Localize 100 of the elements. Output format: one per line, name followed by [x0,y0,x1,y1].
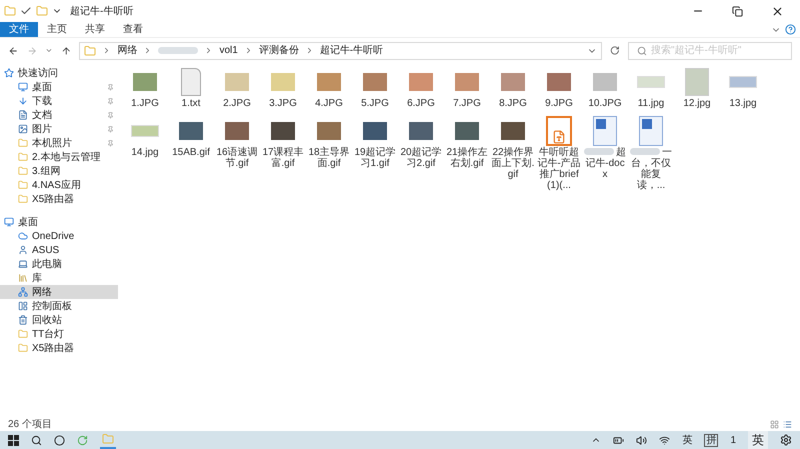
sidebar-item[interactable]: 文档 [0,108,118,122]
file-item[interactable]: 1.JPG [122,66,168,109]
file-item[interactable]: 牛听听超记牛-产品推广brief(1)(... [536,115,582,191]
tray-text[interactable]: 拼 [704,434,718,446]
file-item[interactable]: 21操作左右划.gif [444,115,490,191]
file-name: 17课程丰富.gif [261,147,305,169]
file-name: 19超记学习1.gif [353,147,397,169]
file-item[interactable]: 14.jpg [122,115,168,191]
file-item[interactable]: 17课程丰富.gif [260,115,306,191]
sidebar-item[interactable]: 桌面 [0,80,118,94]
sidebar-item[interactable]: 桌面 [0,215,118,229]
file-item[interactable]: 8.JPG [490,66,536,109]
breadcrumb[interactable]: 评测备份 [258,43,299,58]
sidebar-item[interactable]: X5路由器 [0,341,118,355]
sidebar-item[interactable]: 图片 [0,122,118,136]
ribbon-tab[interactable]: 文件 [0,22,38,37]
file-item[interactable]: 15AB.gif [168,115,214,191]
battery-icon[interactable] [613,434,624,446]
file-item[interactable]: 2.JPG [214,66,260,109]
file-item[interactable]: 7.JPG [444,66,490,109]
sidebar-label: 控制面板 [32,300,72,314]
sidebar-item[interactable]: 库 [0,271,118,285]
settings-icon[interactable] [780,434,792,446]
file-item[interactable]: 9.JPG [536,66,582,109]
window-title: 超记牛-牛听听 [70,4,134,18]
circle-icon[interactable] [54,434,65,446]
file-item[interactable]: 19超记学习1.gif [352,115,398,191]
file-item[interactable]: 16语速调节.gif [214,115,260,191]
file-item[interactable]: 超记牛-docx [582,115,628,191]
sidebar-label: OneDrive [32,230,74,244]
file-item[interactable]: 1.txt [168,66,214,109]
help-icon[interactable] [785,24,796,35]
file-item[interactable]: 5.JPG [352,66,398,109]
file-name: 3.JPG [268,98,298,109]
file-item[interactable]: 20超记学习2.gif [398,115,444,191]
file-item[interactable]: 4.JPG [306,66,352,109]
network-icon [18,287,28,297]
folder-icon [18,166,28,176]
sidebar-item[interactable]: 2.本地与云管理 [0,150,118,164]
close-icon[interactable] [771,4,784,18]
volume-icon[interactable] [636,434,648,446]
breadcrumb[interactable]: vol1 [219,43,238,58]
sidebar-label: 桌面 [18,216,38,230]
desktop-icon [18,82,28,92]
file-item[interactable]: 10.JPG [582,66,628,109]
search-field[interactable]: 搜索"超记牛-牛听听" [628,42,792,60]
sidebar-item[interactable]: 本机照片 [0,136,118,150]
file-name: 10.JPG [587,98,623,109]
sidebar-item[interactable]: 4.NAS应用 [0,178,118,192]
back-icon[interactable] [8,44,19,56]
file-name: 12.jpg [682,98,712,109]
picture-icon [18,124,28,134]
sidebar-item[interactable]: ASUS [0,243,118,257]
sidebar-item[interactable]: 网络 [0,285,118,299]
ribbon-tab[interactable]: 共享 [76,22,114,37]
file-item[interactable]: 一台，不仅能复读，... [628,115,674,191]
search-input[interactable]: 搜索"超记牛-牛听听" [650,43,783,58]
sidebar-item[interactable]: 控制面板 [0,299,118,313]
tray-text[interactable]: 1 [730,432,736,448]
sidebar-item[interactable]: OneDrive [0,229,118,243]
search-icon[interactable] [31,434,42,446]
tray-text[interactable]: 英 [748,431,768,449]
sidebar-item[interactable]: 回收站 [0,313,118,327]
sidebar-item[interactable]: 此电脑 [0,257,118,271]
breadcrumb[interactable]: 网络 [117,43,138,58]
sidebar-label: 快速访问 [18,66,58,80]
up-icon[interactable] [60,44,72,56]
file-item[interactable]: 12.jpg [674,66,720,109]
sidebar-item[interactable]: 快速访问 [0,66,118,80]
file-name: 5.JPG [360,98,390,109]
address-bar[interactable]: 网络 vol1 评测备份 超记牛-牛听听 [79,42,602,60]
file-item[interactable]: 22操作界面上下划.gif [490,115,536,191]
blurred-address [158,47,198,54]
file-item[interactable]: 6.JPG [398,66,444,109]
sidebar-item[interactable]: 下载 [0,94,118,108]
document-icon [18,110,28,120]
wifi-icon[interactable] [659,434,670,446]
sidebar-label: ASUS [32,244,60,258]
refresh-icon[interactable] [610,45,620,56]
file-item[interactable]: 18主导界面.gif [306,115,352,191]
sidebar-label: 4.NAS应用 [32,178,81,192]
sidebar-item[interactable]: X5路由器 [0,192,118,206]
tray-text[interactable]: 英 [682,432,692,448]
sidebar-item[interactable]: TT台灯 [0,327,118,341]
file-item[interactable]: 13.jpg [720,66,766,109]
file-item[interactable]: 3.JPG [260,66,306,109]
file-name: 22操作界面上下划.gif [491,147,535,180]
file-item[interactable]: 11.jpg [628,66,674,109]
ribbon-tab[interactable]: 主页 [38,22,76,37]
restore-icon[interactable] [732,6,743,16]
desktop-icon [4,217,14,227]
windows-icon[interactable] [8,434,19,446]
sidebar-item[interactable]: 3.组网 [0,164,118,178]
file-name: 14.jpg [130,147,160,158]
file-name: 一台，不仅能复读，... [629,147,673,191]
folder-icon [84,44,96,56]
ribbon-tab[interactable]: 查看 [114,22,152,37]
folder-icon [18,152,28,162]
file-name: 18主导界面.gif [307,147,351,169]
breadcrumb[interactable]: 超记牛-牛听听 [320,43,384,58]
